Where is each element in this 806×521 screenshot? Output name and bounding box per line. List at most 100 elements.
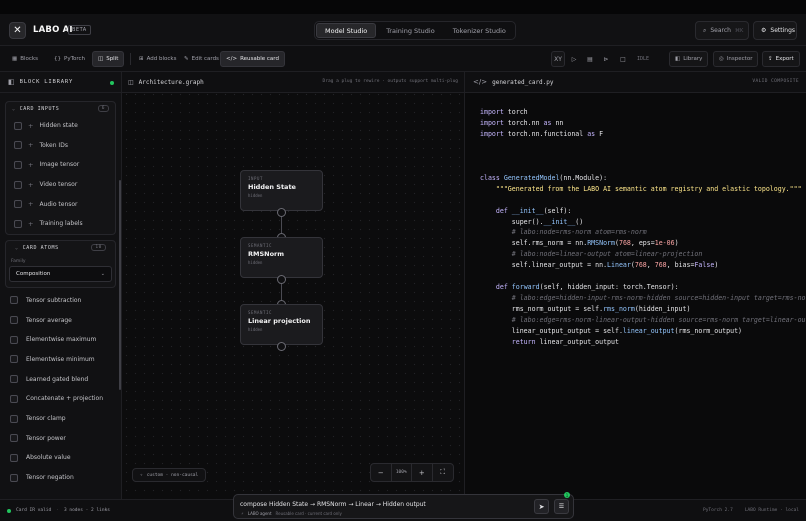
- card-atoms-header[interactable]: ⌄ CARD ATOMS 10: [9, 241, 112, 255]
- braces-icon: {}: [54, 56, 61, 62]
- family-select[interactable]: Composition ⌄: [9, 265, 112, 282]
- stack-icon[interactable]: ▤: [583, 51, 597, 67]
- attention-mode-chip[interactable]: ✧ custom · non-causal: [132, 468, 207, 482]
- inspector-button[interactable]: ◎ Inspector: [713, 51, 759, 67]
- checkbox[interactable]: [10, 434, 18, 443]
- list-item[interactable]: Tensor clamp: [0, 409, 121, 429]
- checkbox[interactable]: [14, 121, 22, 130]
- agent-panel-button[interactable]: ☰: [554, 499, 569, 514]
- add-blocks-button[interactable]: ⊞ Add blocks: [134, 51, 181, 67]
- output-port[interactable]: [277, 208, 286, 217]
- list-item[interactable]: + Hidden state: [6, 116, 115, 136]
- checkbox[interactable]: [14, 219, 22, 228]
- blocks-button[interactable]: ▦ Blocks: [7, 51, 43, 67]
- list-item[interactable]: Tensor negation: [0, 468, 121, 488]
- prompt-input[interactable]: [240, 499, 530, 509]
- checkbox[interactable]: [10, 296, 18, 305]
- zoom-controls: − 100% + ⛶: [370, 463, 454, 482]
- tab-tokenizer-studio[interactable]: Tokenizer Studio: [445, 23, 514, 38]
- step-icon[interactable]: ⊳: [599, 51, 613, 67]
- item-label: Elementwise maximum: [26, 336, 97, 344]
- search-button[interactable]: ⌕ Search ⌘K: [695, 21, 749, 40]
- settings-label: Settings: [770, 27, 795, 34]
- list-item[interactable]: Tensor power: [0, 428, 121, 448]
- node-hidden-state[interactable]: INPUT Hidden State hidden: [240, 170, 323, 211]
- reusable-card-label: Reusable card: [240, 56, 279, 62]
- library-button[interactable]: ◧ Library: [669, 51, 709, 67]
- run-status: IDLE: [637, 56, 650, 62]
- ir-status: Card IR valid: [16, 508, 52, 513]
- node-linear-projection[interactable]: SEMANTIC Linear projection hidden: [240, 304, 323, 345]
- checkbox[interactable]: [10, 335, 18, 344]
- tab-model-studio[interactable]: Model Studio: [316, 23, 377, 38]
- list-item[interactable]: Concatenate + projection: [0, 389, 121, 409]
- node-sub: hidden: [248, 260, 263, 265]
- checkbox[interactable]: [10, 414, 18, 423]
- item-label: Tensor negation: [26, 474, 74, 482]
- toolbar-divider: [130, 53, 131, 65]
- agent-label: LABO agent: [247, 511, 272, 516]
- settings-button[interactable]: ⚙ Settings: [753, 21, 797, 40]
- graph-canvas[interactable]: ◫ Architecture.graph Drag a plug to rewi…: [122, 72, 464, 499]
- checkbox[interactable]: [14, 160, 22, 169]
- export-button[interactable]: ⇪ Export: [762, 51, 800, 67]
- item-label: Audio tensor: [39, 200, 78, 208]
- output-port[interactable]: [277, 275, 286, 284]
- fit-view-button[interactable]: ⛶: [433, 464, 454, 481]
- list-item[interactable]: Tensor average: [0, 310, 121, 330]
- zoom-out-button[interactable]: −: [371, 464, 392, 481]
- node-kind: INPUT: [248, 176, 264, 181]
- plus-icon: +: [28, 200, 34, 209]
- blocks-label: Blocks: [20, 56, 38, 62]
- list-item[interactable]: Learned gated blend: [0, 369, 121, 389]
- reusable-card-button[interactable]: </> Reusable card: [220, 51, 285, 67]
- checkbox[interactable]: [10, 453, 18, 462]
- status-left: Card IR valid · 3 nodes · 2 links: [7, 508, 110, 513]
- status-dot: [110, 81, 114, 85]
- card-inputs-header[interactable]: ⌄ CARD INPUTS 6: [6, 102, 115, 116]
- list-item[interactable]: Tensor subtraction: [0, 291, 121, 311]
- node-rmsnorm[interactable]: SEMANTIC RMSNorm hidden: [240, 237, 323, 278]
- list-item[interactable]: + Training labels: [6, 214, 115, 234]
- list-item[interactable]: Elementwise maximum: [0, 330, 121, 350]
- valid-dot: [7, 508, 11, 513]
- edit-cards-label: Edit cards: [191, 56, 219, 62]
- split-button[interactable]: ◫ Split: [92, 51, 125, 67]
- stop-icon[interactable]: □: [616, 51, 630, 67]
- checkbox[interactable]: [14, 180, 22, 189]
- edge-link[interactable]: [281, 217, 282, 233]
- checkbox[interactable]: [10, 394, 18, 403]
- checkbox[interactable]: [10, 473, 18, 482]
- list-item[interactable]: + Audio tensor: [6, 194, 115, 214]
- logo-icon[interactable]: ✕: [9, 22, 26, 39]
- node-title: RMSNorm: [248, 250, 285, 258]
- checkbox[interactable]: [14, 200, 22, 209]
- family-value: Composition: [16, 270, 51, 277]
- list-item[interactable]: Elementwise minimum: [0, 350, 121, 370]
- pytorch-button[interactable]: {} PyTorch: [49, 51, 90, 67]
- split-label: Split: [106, 56, 119, 62]
- send-button[interactable]: ➤: [534, 499, 549, 514]
- list-item[interactable]: + Video tensor: [6, 175, 115, 195]
- code-icon: </>: [226, 56, 238, 62]
- tab-training-studio[interactable]: Training Studio: [378, 23, 442, 38]
- pytorch-version: PyTorch 2.7: [703, 508, 733, 513]
- list-item[interactable]: + Token IDs: [6, 136, 115, 156]
- play-icon[interactable]: ▷: [567, 51, 581, 67]
- code-editor[interactable]: import torch import torch.nn as nn impor…: [480, 107, 806, 348]
- xy-button[interactable]: XY: [551, 51, 565, 67]
- checkbox[interactable]: [14, 141, 22, 150]
- checkbox[interactable]: [10, 355, 18, 364]
- edge-link[interactable]: [281, 284, 282, 300]
- zoom-level: 100%: [392, 464, 412, 481]
- library-scrollbar[interactable]: [119, 180, 121, 390]
- send-icon: ➤: [538, 502, 545, 511]
- list-item[interactable]: + Image tensor: [6, 155, 115, 175]
- card-inputs-count: 6: [97, 105, 109, 112]
- edit-cards-button[interactable]: ✎ Edit cards: [179, 51, 224, 67]
- zoom-in-button[interactable]: +: [412, 464, 433, 481]
- output-port[interactable]: [277, 342, 286, 351]
- checkbox[interactable]: [10, 316, 18, 325]
- checkbox[interactable]: [10, 375, 18, 384]
- list-item[interactable]: Absolute value: [0, 448, 121, 468]
